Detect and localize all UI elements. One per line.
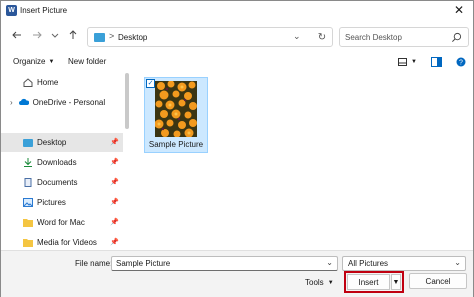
file-item[interactable]: ✓ Sample Picture <box>144 77 208 153</box>
breadcrumb-desktop[interactable]: Desktop <box>118 33 147 42</box>
sidebar-item-documents[interactable]: Documents 📌 <box>1 173 123 192</box>
help-button[interactable]: ? <box>456 56 466 68</box>
folder-icon <box>23 219 33 227</box>
download-icon <box>24 158 32 167</box>
forward-arrow-icon[interactable] <box>29 27 45 43</box>
folder-icon <box>23 239 33 247</box>
file-list: ✓ Sample Picture <box>139 73 473 250</box>
sidebar-item-label: Pictures <box>37 198 66 207</box>
file-name-value: Sample Picture <box>116 259 171 268</box>
expand-chevron-icon[interactable]: › <box>10 98 13 107</box>
sidebar-item-label: OneDrive - Personal <box>32 98 106 107</box>
caret-down-icon: ▼ <box>327 279 334 286</box>
back-arrow-icon[interactable] <box>9 27 25 43</box>
insert-dropdown-icon[interactable]: ▼ <box>391 274 401 290</box>
cancel-button[interactable]: Cancel <box>409 273 467 289</box>
pin-icon: 📌 <box>110 179 119 186</box>
help-icon: ? <box>456 57 466 67</box>
sidebar-item-label: Documents <box>37 178 78 187</box>
breadcrumb-separator: > <box>109 31 115 41</box>
svg-text:?: ? <box>459 60 463 67</box>
file-type-select[interactable]: All Pictures ⌄ <box>342 256 466 271</box>
file-type-value: All Pictures <box>348 259 389 268</box>
sidebar-item-label: Home <box>37 78 59 87</box>
sidebar-item-label: Desktop <box>37 138 67 147</box>
search-box[interactable] <box>339 27 469 47</box>
home-icon <box>23 78 33 87</box>
navigation-pane: Home › OneDrive - Personal Desktop 📌 Dow… <box>1 73 132 250</box>
tools-label: Tools <box>305 278 324 287</box>
up-arrow-icon[interactable] <box>65 27 81 43</box>
word-icon: W <box>6 5 17 16</box>
file-name-label: Sample Picture <box>148 140 204 149</box>
search-icon[interactable] <box>451 32 462 43</box>
sidebar-item-media-for-videos[interactable]: Media for Videos 📌 <box>1 233 123 250</box>
pictures-icon <box>23 198 33 207</box>
sidebar-item-pictures[interactable]: Pictures 📌 <box>1 193 123 212</box>
refresh-icon[interactable]: ↻ <box>314 29 330 45</box>
sidebar-item-label: Word for Mac <box>37 218 85 227</box>
chevron-down-icon[interactable]: ⌄ <box>454 258 461 267</box>
chevron-down-icon[interactable] <box>47 27 63 43</box>
tools-button[interactable]: Tools ▼ <box>305 278 334 287</box>
view-icon <box>398 57 407 66</box>
organize-label: Organize <box>13 57 46 66</box>
pin-icon: 📌 <box>110 139 119 146</box>
desktop-folder-icon <box>94 33 105 42</box>
address-dropdown-icon[interactable]: ⌄ <box>293 31 301 42</box>
search-input[interactable] <box>345 31 445 44</box>
sidebar-item-word-for-mac[interactable]: Word for Mac 📌 <box>1 213 123 232</box>
insert-button-highlight: Insert ▼ <box>344 271 404 293</box>
sidebar-scrollbar[interactable] <box>125 73 129 129</box>
image-thumbnail <box>155 81 197 137</box>
caret-down-icon: ▼ <box>411 59 417 65</box>
pin-icon: 📌 <box>110 159 119 166</box>
preview-pane-button[interactable] <box>431 56 442 68</box>
cloud-icon <box>18 98 29 105</box>
insert-picture-dialog: W Insert Picture ✕ > Desktop ⌄ ↻ Organiz… <box>0 0 474 297</box>
pin-icon: 📌 <box>110 199 119 206</box>
sidebar-item-desktop[interactable]: Desktop 📌 <box>1 133 123 152</box>
checkbox-icon[interactable]: ✓ <box>146 79 155 88</box>
chevron-down-icon[interactable]: ⌄ <box>326 258 333 267</box>
caret-down-icon: ▼ <box>48 58 55 65</box>
sidebar-item-onedrive[interactable]: › OneDrive - Personal <box>1 93 123 112</box>
address-bar[interactable]: > Desktop ⌄ <box>87 27 333 47</box>
dialog-title: Insert Picture <box>20 6 68 15</box>
preview-pane-icon <box>431 57 442 67</box>
pin-icon: 📌 <box>110 239 119 246</box>
organize-button[interactable]: Organize ▼ <box>13 57 54 66</box>
close-icon[interactable]: ✕ <box>451 2 467 18</box>
desktop-folder-icon <box>23 139 33 147</box>
file-name-label: File name: <box>75 259 113 268</box>
new-folder-button[interactable]: New folder <box>68 57 106 66</box>
sidebar-item-home[interactable]: Home <box>1 73 123 92</box>
new-folder-label: New folder <box>68 57 107 66</box>
sidebar-item-label: Media for Videos <box>37 238 97 247</box>
insert-button[interactable]: Insert <box>347 274 390 290</box>
pin-icon: 📌 <box>110 219 119 226</box>
sidebar-item-downloads[interactable]: Downloads 📌 <box>1 153 123 172</box>
document-icon <box>24 178 32 187</box>
sidebar-item-label: Downloads <box>37 158 77 167</box>
title-bar: W Insert Picture ✕ <box>1 1 473 21</box>
word-icon-letter: W <box>8 7 15 14</box>
view-options-button[interactable]: ▼ <box>398 56 417 68</box>
file-name-field[interactable]: Sample Picture ⌄ <box>111 256 338 271</box>
